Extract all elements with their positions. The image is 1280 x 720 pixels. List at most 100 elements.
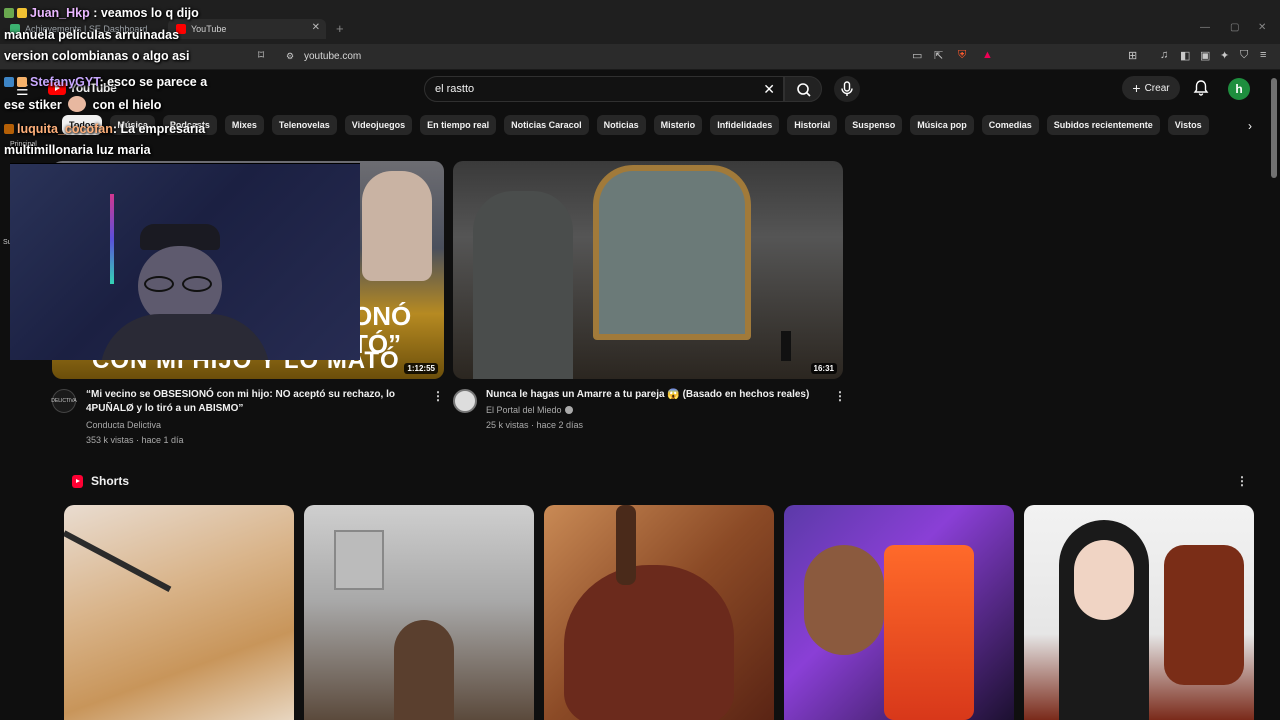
new-tab-button[interactable]: + (336, 21, 344, 36)
menu-icon[interactable]: ≡ (1260, 49, 1266, 61)
short-thumbnail-5[interactable] (1024, 505, 1254, 720)
tab-label: YouTube (191, 24, 227, 34)
address-bar: ⌑ ⚙ youtube.com ▭ ⇱ ⛨ ▲ ⊞ ♫ ◧ ▣ ✦ ⛉ ≡ (0, 44, 1280, 70)
shorts-title: Shorts (91, 474, 130, 488)
more-options-icon[interactable]: ⋮ (834, 389, 846, 403)
minimize-icon[interactable]: — (1200, 22, 1210, 33)
music-icon[interactable]: ♫ (1160, 49, 1168, 61)
site-info-icon[interactable]: ⚙ (286, 51, 294, 62)
shorts-more-options-icon[interactable]: ⋮ (1236, 474, 1248, 488)
search-input[interactable]: el rastto ✕ (424, 76, 784, 102)
chip-suspenso[interactable]: Suspenso (845, 115, 903, 135)
chat-message-2-cont: ese stiker con el hielo (4, 96, 161, 112)
shoulders (100, 314, 270, 360)
chat-badge-icon (4, 8, 14, 18)
chip-subidos-recientemente[interactable]: Subidos recientemente (1046, 115, 1160, 135)
chip-noticias[interactable]: Noticias (596, 115, 646, 135)
ai-icon[interactable]: ✦ (1220, 49, 1229, 62)
shorts-header: Shorts (72, 474, 129, 488)
chip-comedias[interactable]: Comedias (981, 115, 1039, 135)
more-options-icon[interactable]: ⋮ (432, 389, 444, 403)
thumbnail-text-1: ONÓ (352, 301, 412, 331)
chevron-right-icon[interactable]: › (1240, 116, 1260, 136)
led-lights (110, 194, 114, 284)
channel-avatar-2[interactable] (453, 389, 477, 413)
video-duration: 1:12:55 (404, 363, 438, 374)
video-title-2[interactable]: Nunca le hagas un Amarre a tu pareja 😱 (… (486, 388, 809, 402)
candle (781, 331, 791, 361)
bone (616, 505, 636, 585)
voice-search-button[interactable] (834, 76, 860, 102)
channel-avatar-1[interactable]: DELICTIVA (51, 389, 77, 413)
chip-historial[interactable]: Historial (787, 115, 838, 135)
glasses-left (144, 276, 174, 292)
channel-name-1[interactable]: Conducta Delictiva (86, 418, 161, 432)
scrollbar-thumb[interactable] (1271, 78, 1277, 178)
person-face (804, 545, 884, 655)
clear-search-icon[interactable]: ✕ (763, 81, 775, 98)
sticker-emote-icon (68, 96, 87, 112)
chip-videojuegos[interactable]: Videojuegos (344, 115, 413, 135)
url-field[interactable]: youtube.com (304, 51, 361, 62)
rewards-icon[interactable]: ▲ (982, 49, 993, 61)
extensions-icon[interactable]: ⊞ (1128, 49, 1137, 62)
search-button[interactable] (784, 76, 822, 102)
chip-vistos[interactable]: Vistos (1167, 115, 1209, 135)
chip-en-tiempo-real[interactable]: En tiempo real (420, 115, 497, 135)
channel-name-2[interactable]: El Portal del Miedo (486, 403, 573, 417)
chip-musica-pop[interactable]: Música pop (910, 115, 974, 135)
sidebar-toggle-icon[interactable]: ◧ (1180, 49, 1190, 62)
bookmark-icon[interactable]: ⌑ (258, 48, 264, 62)
video-title-1-line2[interactable]: 4PUÑALØ y lo tiró a un ABISMO” (86, 402, 243, 416)
chip-mixes[interactable]: Mixes (224, 115, 264, 135)
video-duration: 16:31 (810, 363, 837, 374)
person-figure (394, 620, 454, 720)
chat-username: StefanyGYT (30, 75, 100, 89)
video-title-1-line1[interactable]: “Mi vecino se OBSESIONÓ con mi hijo: NO … (86, 388, 395, 402)
chat-message-2: StefanyGYT: esco se parece a (4, 75, 207, 89)
short-thumbnail-2[interactable] (304, 505, 534, 720)
close-window-icon[interactable]: ✕ (1258, 22, 1266, 33)
shorts-icon (72, 474, 83, 488)
vpn-icon[interactable]: ⛉ (1240, 49, 1248, 62)
close-tab-icon[interactable]: ✕ (312, 22, 320, 33)
video-thumbnail-2[interactable]: 16:31 (453, 161, 843, 379)
chat-username: Juan_Hkp (30, 6, 90, 20)
create-button[interactable]: + Crear (1122, 76, 1180, 100)
create-label: Crear (1144, 82, 1170, 94)
chopsticks (64, 530, 172, 592)
filter-chips: Todos Música Podcasts Mixes Telenovelas … (62, 115, 1209, 137)
trophy-icon (17, 77, 27, 87)
brave-shield-icon[interactable]: ⛨ (958, 49, 966, 62)
chat-message-1-cont: manuela peliculas arruinadas (4, 28, 180, 42)
chip-telenovelas[interactable]: Telenovelas (271, 115, 337, 135)
chat-message-1: Juan_Hkp : veamos lo q dijo (4, 6, 199, 20)
chip-infidelidades[interactable]: Infidelidades (710, 115, 780, 135)
maximize-icon[interactable]: ▢ (1230, 22, 1239, 33)
short-thumbnail-3[interactable] (544, 505, 774, 720)
woman-figure (473, 191, 573, 379)
crown-icon (17, 8, 27, 18)
short-thumbnail-1[interactable] (64, 505, 294, 720)
video-stats-1: 353 k vistas · hace 1 día (86, 435, 184, 445)
wallet-icon[interactable]: ▣ (1200, 49, 1210, 62)
avatar[interactable]: h (1228, 78, 1250, 100)
page-scrollbar[interactable] (1268, 70, 1280, 720)
microphone-icon (841, 81, 853, 96)
chip-misterio[interactable]: Misterio (653, 115, 703, 135)
search-icon (797, 83, 811, 97)
chip-noticias-caracol[interactable]: Noticias Caracol (504, 115, 589, 135)
chat-message-3-cont: multimillonaria luz maria (4, 143, 151, 157)
cast-icon[interactable]: ▭ (912, 49, 922, 62)
notifications-button[interactable] (1192, 79, 1210, 102)
chat-message-3: luquita_cocofan: La empresaria (4, 122, 205, 136)
chat-text: : La empresaria (112, 122, 206, 136)
braised-pork (1164, 545, 1244, 685)
steak (564, 565, 734, 720)
chat-badge-icon (4, 77, 14, 87)
tab-youtube[interactable]: YouTube ✕ (168, 19, 326, 39)
share-icon[interactable]: ⇱ (934, 49, 943, 62)
crown-icon (4, 124, 14, 134)
chat-text: con el hielo (92, 98, 162, 112)
short-thumbnail-4[interactable] (784, 505, 1014, 720)
